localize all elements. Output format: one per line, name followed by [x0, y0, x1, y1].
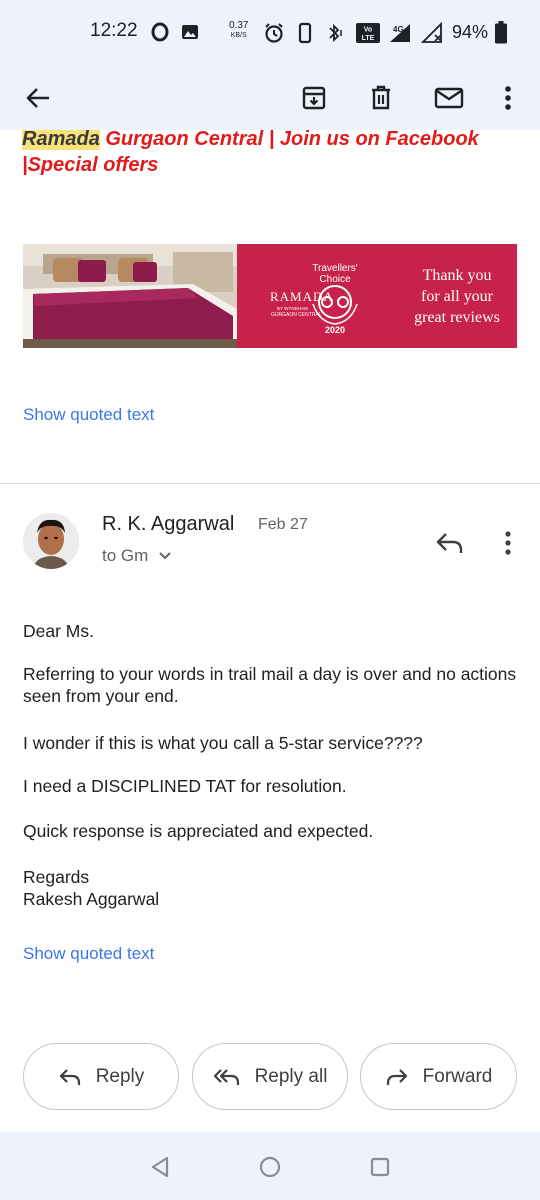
svg-text:4G: 4G: [393, 25, 404, 34]
show-quoted-text-link[interactable]: Show quoted text: [23, 405, 154, 425]
opera-icon: [151, 22, 169, 42]
alarm-icon: [265, 23, 283, 43]
system-navigation-bar: [0, 1132, 540, 1200]
app-bar: [0, 66, 540, 130]
body-paragraph-1: Referring to your words in trail mail a …: [23, 664, 517, 706]
message-date: Feb 27: [258, 516, 308, 533]
banner-brand-sub: BY WYNDHAM: [277, 306, 308, 311]
forward-button[interactable]: Forward: [360, 1043, 517, 1110]
reply-icon-button[interactable]: [432, 525, 468, 561]
body-paragraph-4: Quick response is appreciated and expect…: [23, 821, 374, 841]
square-recents-icon: [370, 1157, 390, 1177]
sender-name: R. K. Aggarwal: [102, 513, 235, 535]
award-line2: Choice: [319, 274, 351, 285]
mark-unread-button[interactable]: [429, 78, 469, 118]
body-paragraph-3: I need a DISCIPLINED TAT for resolution.: [23, 776, 347, 796]
avatar-photo: [23, 513, 79, 569]
reply-icon: [59, 1068, 80, 1085]
status-time: 12:22: [90, 20, 138, 41]
highlighted-word: Ramada: [22, 128, 100, 150]
banner-brand-loc: GURGAON CENTRAL: [271, 312, 322, 318]
back-arrow-icon: [26, 88, 49, 108]
previous-message-footer-heading: Ramada Gurgaon Central | Join us on Face…: [22, 126, 522, 178]
banner-thanks-1: Thank you: [423, 267, 492, 284]
email-thread-view: Ramada Gurgaon Central | Join us on Face…: [0, 0, 540, 1200]
bluetooth-vibrate-icon: [329, 23, 342, 43]
banner-illustration: RAMADA BY WYNDHAM GURGAON CENTRAL Travel…: [23, 244, 517, 348]
mark-unread-icon: [434, 87, 464, 109]
show-quoted-text-link-2[interactable]: Show quoted text: [23, 944, 154, 964]
speed-unit: KB/S: [230, 32, 247, 39]
reply-all-label: Reply all: [254, 1065, 328, 1087]
signal-no-service-icon: [421, 22, 442, 43]
banner-thanks-2: for all your: [421, 288, 494, 305]
forward-label: Forward: [422, 1065, 493, 1087]
more-vert-icon: [505, 86, 511, 110]
circle-home-icon: [259, 1156, 281, 1178]
nav-recents-button[interactable]: [365, 1152, 395, 1182]
forward-icon: [386, 1068, 407, 1085]
volte-icon: VoLTE: [356, 23, 380, 43]
battery-percent: 94%: [452, 22, 489, 42]
reply-all-icon: [213, 1068, 239, 1085]
triangle-back-icon: [151, 1156, 169, 1178]
nav-home-button[interactable]: [255, 1152, 285, 1182]
award-year: 2020: [325, 325, 345, 335]
message-actions: Reply Reply all Forward: [0, 1043, 540, 1111]
body-greeting: Dear Ms.: [23, 621, 94, 641]
reply-label: Reply: [95, 1065, 145, 1087]
archive-button[interactable]: [294, 78, 334, 118]
speed-value: 0.37: [229, 20, 249, 31]
award-line1: Travellers': [312, 263, 358, 274]
message-divider: [0, 483, 540, 484]
overflow-menu-button[interactable]: [490, 78, 526, 118]
ramada-banner-image: RAMADA BY WYNDHAM GURGAON CENTRAL Travel…: [23, 244, 517, 348]
battery-icon: [495, 21, 507, 44]
svg-text:Vo: Vo: [364, 27, 372, 34]
body-signature: Rakesh Aggarwal: [23, 889, 160, 909]
status-bar: 12:22 0.37 KB/S Vo LTE 4G 94%: [0, 0, 540, 66]
delete-button[interactable]: [361, 78, 401, 118]
more-vert-icon: [505, 531, 511, 555]
phone-icon: [298, 22, 312, 44]
reply-all-button[interactable]: Reply all: [192, 1043, 348, 1110]
reply-button[interactable]: Reply: [23, 1043, 179, 1110]
chevron-down-icon: [159, 552, 172, 560]
recipients-toggle[interactable]: to Gm: [102, 546, 172, 566]
message-more-button[interactable]: [492, 525, 524, 561]
body-signoff: Regards: [23, 867, 90, 887]
recipients-label: to Gm: [102, 546, 149, 565]
gallery-icon: [182, 25, 198, 39]
avatar[interactable]: [23, 513, 79, 569]
archive-icon: [302, 86, 326, 110]
signal-4g-icon: 4G: [390, 24, 410, 42]
reply-icon: [436, 533, 463, 553]
back-button[interactable]: [18, 78, 58, 118]
nav-back-button[interactable]: [145, 1152, 175, 1182]
network-speed: 0.37 KB/S: [229, 21, 248, 41]
svg-text:LTE: LTE: [362, 35, 375, 42]
top-bar: 12:22 0.37 KB/S Vo LTE 4G 94%: [0, 0, 540, 130]
delete-icon: [372, 85, 390, 110]
banner-thanks-3: great reviews: [414, 309, 500, 326]
body-paragraph-2: I wonder if this is what you call a 5-st…: [23, 733, 423, 753]
